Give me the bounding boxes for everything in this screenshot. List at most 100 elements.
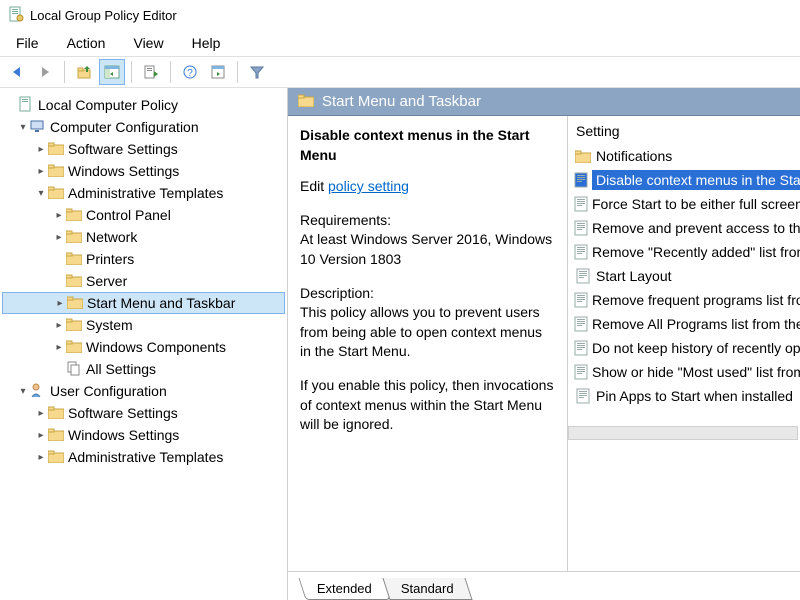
filter-button[interactable] [244,59,270,85]
description-text-2: If you enable this policy, then invocati… [300,376,555,435]
policy-page-icon [574,268,592,284]
twisty-collapsed-icon[interactable]: ▸ [52,210,66,221]
folder-icon [66,207,82,224]
detail-header-title: Start Menu and Taskbar [322,93,481,110]
tree-pane: Local Computer Policy ▾ Computer Configu… [0,88,288,600]
folder-icon [66,273,82,290]
tab-extended[interactable]: Extended [298,578,390,600]
twisty-collapsed-icon[interactable]: ▸ [34,430,48,441]
list-item[interactable]: Start Layout [574,264,800,288]
computer-icon [30,119,46,136]
tree-label: Printers [86,251,134,267]
tree-printers[interactable]: Printers [2,248,285,270]
tree-label: Administrative Templates [68,449,223,465]
tree-label: Start Menu and Taskbar [87,295,235,311]
list-item[interactable]: Show or hide "Most used" list from Start… [574,360,800,384]
list-item[interactable]: Force Start to be either full screen or … [574,192,800,216]
toolbar-separator [170,61,171,83]
policy-page-icon [574,364,588,380]
twisty-collapsed-icon[interactable]: ▸ [53,298,67,309]
menu-file[interactable]: File [4,32,51,54]
settings-column-header[interactable]: Setting [568,116,800,142]
policy-icon [18,96,34,115]
policy-page-icon [574,244,588,260]
tree-label: Software Settings [68,405,178,421]
folder-icon [66,317,82,334]
policy-page-icon [574,340,588,356]
folder-icon [67,295,83,312]
twisty-collapsed-icon[interactable]: ▸ [34,452,48,463]
tree-all-settings[interactable]: All Settings [2,358,285,380]
twisty-collapsed-icon[interactable]: ▸ [34,144,48,155]
policy-page-icon [574,220,588,236]
list-item[interactable]: Remove and prevent access to the Shut Do… [574,216,800,240]
tree-label: Administrative Templates [68,185,223,201]
twisty-collapsed-icon[interactable]: ▸ [34,408,48,419]
settings-list: NotificationsDisable context menus in th… [568,142,800,408]
requirements-text: At least Windows Server 2016, Windows 10… [300,230,555,269]
twisty-collapsed-icon[interactable]: ▸ [52,232,66,243]
twisty-expanded-icon[interactable]: ▾ [16,122,30,133]
folder-icon [48,141,64,158]
tree-software-settings[interactable]: ▸ Software Settings [2,138,285,160]
policy-page-icon [574,292,588,308]
tree-system[interactable]: ▸ System [2,314,285,336]
tree-control-panel[interactable]: ▸ Control Panel [2,204,285,226]
tree-root[interactable]: Local Computer Policy [2,94,285,116]
tree-server[interactable]: Server [2,270,285,292]
twisty-collapsed-icon[interactable]: ▸ [52,342,66,353]
tree-windows-settings[interactable]: ▸ Windows Settings [2,160,285,182]
edit-policy-setting-link[interactable]: policy setting [328,178,409,194]
tree-uc-windows-settings[interactable]: ▸ Windows Settings [2,424,285,446]
menu-view[interactable]: View [121,32,175,54]
tree-label: System [86,317,133,333]
forward-button[interactable] [32,59,58,85]
twisty-collapsed-icon[interactable]: ▸ [34,166,48,177]
list-item[interactable]: Remove "Recently added" list from Start … [574,240,800,264]
toolbar-separator [131,61,132,83]
properties-button[interactable] [205,59,231,85]
tree-label: Windows Components [86,339,226,355]
tree-network[interactable]: ▸ Network [2,226,285,248]
list-item-label: Force Start to be either full screen or … [592,196,800,212]
tree-user-configuration[interactable]: ▾ User Configuration [2,380,285,402]
list-item-label: Show or hide "Most used" list from Start… [592,364,800,380]
horizontal-scrollbar[interactable] [568,426,798,440]
svg-text:?: ? [187,68,193,79]
back-button[interactable] [4,59,30,85]
show-hide-tree-button[interactable] [99,59,125,85]
toolbar-separator [64,61,65,83]
tree-administrative-templates[interactable]: ▾ Administrative Templates [2,182,285,204]
tree-label: Windows Settings [68,163,179,179]
twisty-expanded-icon[interactable]: ▾ [16,386,30,397]
help-button[interactable]: ? [177,59,203,85]
tree-start-menu-and-taskbar[interactable]: ▸ Start Menu and Taskbar [2,292,285,314]
up-button[interactable] [71,59,97,85]
twisty-collapsed-icon[interactable]: ▸ [52,320,66,331]
list-item[interactable]: Remove All Programs list from the Start … [574,312,800,336]
list-item[interactable]: Remove frequent programs list from the S… [574,288,800,312]
list-item[interactable]: Pin Apps to Start when installed [574,384,800,408]
policy-page-icon [574,316,588,332]
tree-uc-software-settings[interactable]: ▸ Software Settings [2,402,285,424]
menu-action[interactable]: Action [55,32,118,54]
twisty-expanded-icon[interactable]: ▾ [34,188,48,199]
menu-help[interactable]: Help [180,32,233,54]
folder-icon [574,149,592,163]
export-list-button[interactable] [138,59,164,85]
tree-windows-components[interactable]: ▸ Windows Components [2,336,285,358]
tree-label: Control Panel [86,207,171,223]
tree-label: Computer Configuration [50,119,199,135]
list-item[interactable]: Disable context menus in the Start Menu [574,168,800,192]
tree-computer-configuration[interactable]: ▾ Computer Configuration [2,116,285,138]
list-item[interactable]: Notifications [574,144,800,168]
policy-page-icon [574,196,588,212]
list-item[interactable]: Do not keep history of recently opened d… [574,336,800,360]
tree-uc-administrative-templates[interactable]: ▸ Administrative Templates [2,446,285,468]
folder-icon [48,163,64,180]
tree-label: All Settings [86,361,156,377]
tree-label: Server [86,273,127,289]
tab-standard[interactable]: Standard [382,578,472,600]
list-item-label: Disable context menus in the Start Menu [592,170,800,190]
folder-icon [48,427,64,444]
